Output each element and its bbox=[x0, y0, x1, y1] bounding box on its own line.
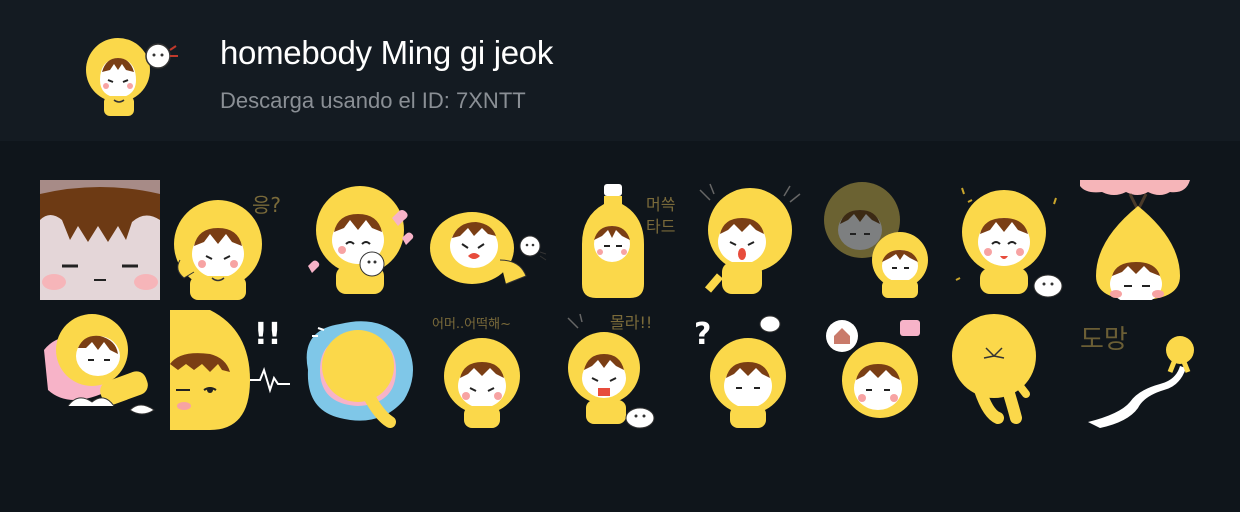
sticker-hugging-puppy[interactable] bbox=[300, 180, 420, 300]
sticker-shouting[interactable]: 몰라!! bbox=[560, 310, 680, 430]
sticker-running-away[interactable]: 도망 bbox=[1080, 310, 1200, 430]
sticker-14-text: 몰라!! bbox=[610, 313, 652, 332]
sticker-2-text: 응? bbox=[252, 193, 281, 217]
peeking-under-tree-icon bbox=[1080, 180, 1190, 300]
bottle-character-icon: 머쓱 타드 bbox=[582, 184, 675, 298]
back-view-character-icon bbox=[952, 314, 1036, 424]
gloomy-shadow-character-icon bbox=[824, 182, 928, 298]
shouting-character-icon: 몰라!! bbox=[567, 313, 655, 429]
pack-title: homebody Ming gi jeok bbox=[220, 34, 554, 71]
crying-lying-character-icon bbox=[430, 212, 547, 285]
sticker-crying-lying[interactable] bbox=[430, 180, 550, 300]
pack-header: homebody Ming gi jeok Descarga usando el… bbox=[0, 0, 1240, 141]
sticker-sleeping[interactable] bbox=[40, 310, 160, 430]
sticker-closeup-bored[interactable] bbox=[40, 180, 160, 300]
sticker-back-view[interactable] bbox=[950, 310, 1070, 430]
sticker-thinking-home[interactable] bbox=[820, 310, 940, 430]
happy-with-pet-icon bbox=[955, 187, 1063, 298]
sticker-grid: 응? 머쓱 타드 !! 어머..어떡해~ 몰라!! ? 도망 bbox=[40, 180, 1200, 430]
pack-character-icon bbox=[86, 38, 178, 116]
sticker-panicking[interactable]: 어머..어떡해~ bbox=[430, 310, 550, 430]
side-glance-heartbeat-icon: !! bbox=[170, 310, 290, 430]
sticker-peeking[interactable] bbox=[1080, 180, 1200, 300]
closeup-bored-face-icon bbox=[40, 180, 160, 300]
download-id-text: Descarga usando el ID: 7XNTT bbox=[220, 88, 526, 113]
sticker-gloomy[interactable] bbox=[820, 180, 940, 300]
sticker-side-glance[interactable]: !! bbox=[170, 310, 290, 430]
sticker-bottle[interactable]: 머쓱 타드 bbox=[560, 180, 680, 300]
sticker-lying-cloud[interactable] bbox=[300, 310, 420, 430]
sticker-15-text: ? bbox=[694, 317, 711, 352]
wondering-character-icon: 응? bbox=[174, 193, 281, 300]
lying-on-cloud-icon bbox=[306, 321, 413, 428]
thinking-of-home-icon bbox=[826, 320, 920, 418]
sticker-13-text: 어머..어떡해~ bbox=[432, 317, 511, 332]
sleeping-on-pillow-icon bbox=[44, 314, 155, 415]
confused-character-icon: ? bbox=[694, 315, 786, 428]
sticker-18-text: 도망 bbox=[1080, 325, 1128, 355]
panicking-character-icon: 어머..어떡해~ bbox=[432, 317, 520, 428]
hugging-puppy-hearts-icon bbox=[308, 186, 414, 294]
sticker-confused[interactable]: ? bbox=[690, 310, 810, 430]
sticker-happy-pet[interactable] bbox=[950, 180, 1070, 300]
sticker-5-text-1: 머쓱 bbox=[646, 195, 675, 214]
shocked-character-icon bbox=[699, 183, 801, 294]
sticker-11-text: !! bbox=[254, 317, 281, 352]
sticker-wondering[interactable]: 응? bbox=[170, 180, 290, 300]
running-away-icon: 도망 bbox=[1080, 325, 1194, 428]
sticker-shocked[interactable] bbox=[690, 180, 810, 300]
sticker-5-text-2: 타드 bbox=[646, 217, 675, 236]
